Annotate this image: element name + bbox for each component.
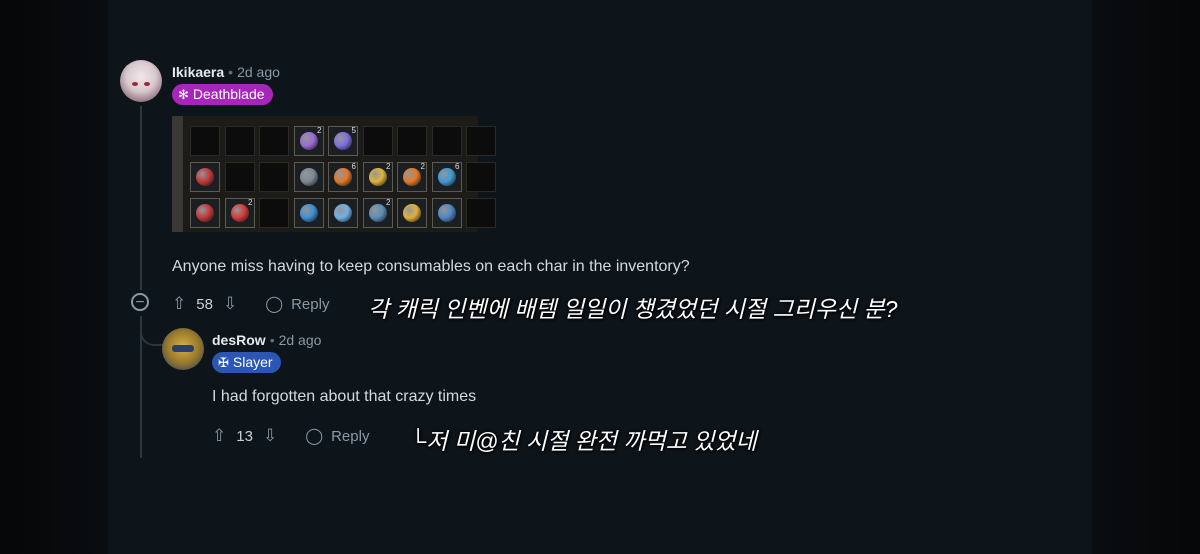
inventory-slot: 2 (362, 162, 393, 192)
comment1-reply-button[interactable]: Reply (291, 296, 329, 313)
inventory-slot: 2 (397, 162, 427, 192)
inventory-slot: 2 (224, 198, 255, 228)
inventory-slot (397, 198, 427, 228)
inventory-slot (397, 126, 427, 156)
thread-elbow (140, 316, 164, 346)
comment1-meta: Ikikaera • 2d ago (172, 64, 280, 80)
flair-deathblade-label: Deathblade (192, 86, 265, 102)
inventory-slot-count: 2 (317, 126, 322, 135)
potion-icon (403, 204, 421, 222)
potion-icon (299, 168, 318, 186)
potion-icon (437, 204, 456, 222)
inventory-slot (431, 198, 462, 228)
sword-icon: ✠ (218, 355, 229, 370)
comment1-actions: ⇧ 58 ⇩ ◯ Reply (172, 294, 329, 314)
inventory-slot (190, 198, 220, 228)
potion-icon (196, 204, 214, 222)
inventory-slot (466, 162, 496, 192)
arrow-up-icon[interactable]: ⇧ (172, 294, 186, 314)
inventory-slot (259, 198, 289, 228)
potion-icon (334, 132, 352, 150)
potion-icon (403, 168, 421, 186)
potion-icon (437, 168, 456, 186)
inventory-slot (362, 126, 393, 156)
comment2-meta: desRow • 2d ago (212, 332, 322, 348)
inventory-slot-count: 2 (386, 162, 391, 171)
inventory-slot (466, 126, 496, 156)
comment2-actions: ⇧ 13 ⇩ ◯ Reply (212, 426, 369, 446)
inventory-slot (431, 126, 462, 156)
flair-deathblade: ✻ Deathblade (172, 84, 273, 105)
flair-slayer-label: Slayer (232, 354, 273, 370)
comment2-votes: 13 (236, 427, 253, 445)
subtitle-line2: └저 미@친 시절 완전 까먹고 있었네 (410, 428, 757, 454)
inventory-slot (224, 126, 255, 156)
potion-icon (196, 168, 214, 186)
inventory-slot-count: 6 (351, 162, 356, 171)
inventory-slot-count: 2 (420, 162, 425, 171)
speech-bubble-icon[interactable]: ◯ (265, 294, 283, 314)
arrow-up-icon[interactable]: ⇧ (212, 426, 226, 446)
inventory-slot (259, 162, 289, 192)
comment1-votes: 58 (196, 295, 213, 313)
potion-icon (334, 204, 352, 222)
potion-icon (334, 168, 352, 186)
inventory-side-strip (172, 116, 183, 232)
speech-bubble-icon[interactable]: ◯ (305, 426, 323, 446)
avatar-ikikaera[interactable] (120, 60, 162, 102)
inventory-slot: 2 (293, 126, 324, 156)
arrow-down-icon[interactable]: ⇩ (263, 426, 277, 446)
potion-icon (299, 132, 318, 150)
comment2-time[interactable]: 2d ago (279, 332, 322, 348)
comment2-text: I had forgotten about that crazy times (212, 388, 477, 405)
collapse-icon[interactable]: − (131, 293, 149, 311)
inventory-slot: 6 (328, 162, 358, 192)
potion-icon (299, 204, 318, 222)
flair-slayer: ✠ Slayer (212, 352, 281, 373)
inventory-slot-count: 2 (248, 198, 253, 207)
potion-icon (230, 204, 249, 222)
left-letterbox (0, 0, 108, 554)
avatar-desrow[interactable] (162, 328, 204, 370)
inventory-slot: 6 (431, 162, 462, 192)
inventory-slot (190, 162, 220, 192)
right-letterbox (1092, 0, 1200, 554)
inventory-slot-count: 6 (455, 162, 460, 171)
comment1-username[interactable]: Ikikaera (172, 64, 224, 80)
inventory-slot (466, 198, 496, 228)
arrow-down-icon[interactable]: ⇩ (223, 294, 237, 314)
inventory-slot (190, 126, 220, 156)
comment1-text: Anyone miss having to keep consumables o… (172, 258, 690, 275)
comment2-username[interactable]: desRow (212, 332, 266, 348)
inventory-screenshot[interactable]: 2 5 6 2 2 6 2 2 (172, 116, 496, 232)
inventory-slot-count: 2 (386, 198, 391, 207)
comment2-reply-button[interactable]: Reply (331, 428, 369, 445)
inventory-slot (259, 126, 289, 156)
inventory-slot (224, 162, 255, 192)
thread-line-main (140, 106, 142, 290)
inventory-slot (328, 198, 358, 228)
potion-icon (368, 168, 387, 186)
subtitle-line1: 각 캐릭 인벤에 배템 일일이 챙겼었던 시절 그리우신 분? (368, 296, 898, 322)
blades-icon: ✻ (178, 87, 189, 102)
inventory-slot (293, 198, 324, 228)
inventory-slot: 2 (362, 198, 393, 228)
inventory-slot-count: 5 (351, 126, 356, 135)
comment1-time[interactable]: 2d ago (237, 64, 280, 80)
inventory-slot (293, 162, 324, 192)
potion-icon (368, 204, 387, 222)
inventory-slot: 5 (328, 126, 358, 156)
